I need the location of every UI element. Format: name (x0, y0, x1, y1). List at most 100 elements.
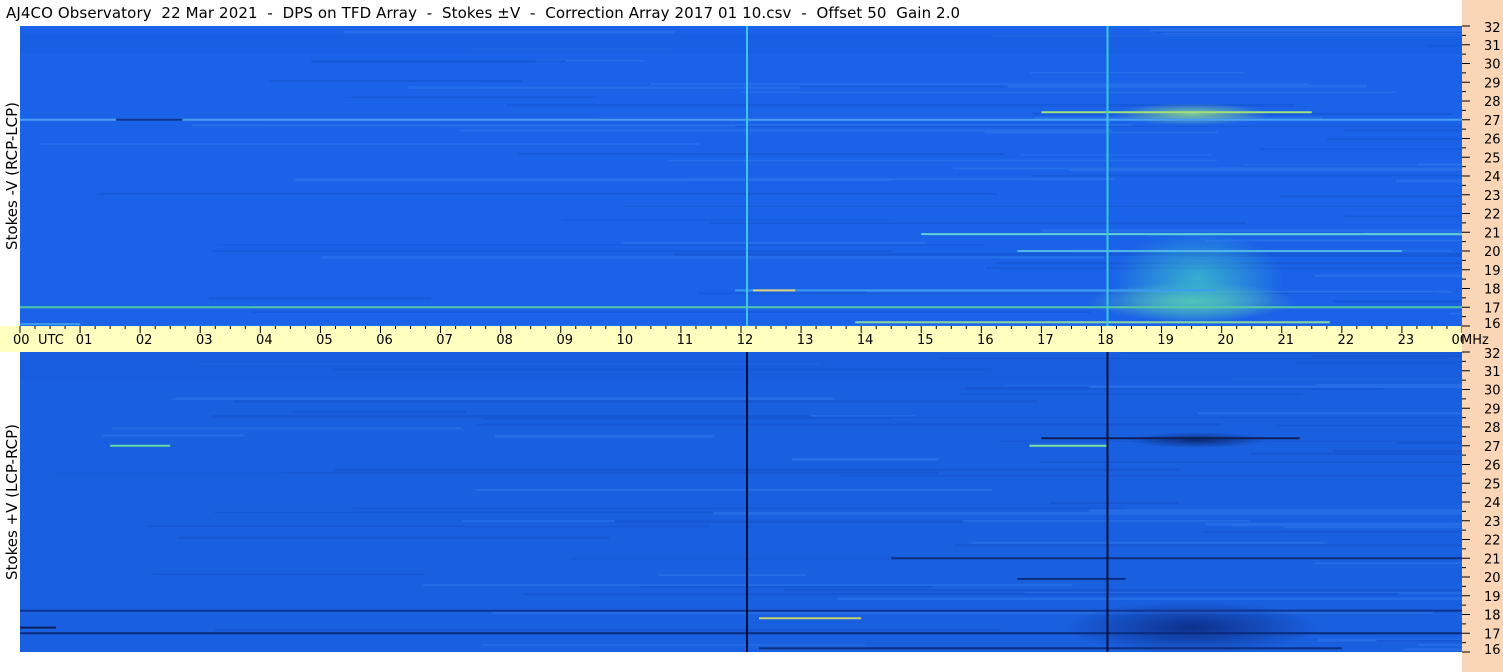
noise-streak (1231, 524, 1449, 527)
noise-streak (709, 222, 1246, 225)
noise-streak (1315, 274, 1462, 277)
noise-streak (839, 474, 1462, 477)
noise-streak (475, 489, 993, 492)
noise-streak (477, 423, 1221, 426)
noise-streak (1089, 385, 1462, 389)
noise-streak (102, 434, 245, 437)
time-tick-label: 22 (1338, 333, 1355, 348)
freq-tick-label: 29 (1484, 402, 1501, 417)
emission-line (20, 323, 81, 326)
noise-streak (1088, 509, 1462, 513)
time-tick-label: 10 (617, 333, 634, 348)
time-tick-label: 12 (737, 333, 754, 348)
noise-streak (971, 541, 1325, 544)
emission-glow (1128, 432, 1267, 449)
time-tick-label: 08 (496, 333, 513, 348)
noise-streak (459, 129, 1112, 132)
freq-tick-label: 25 (1484, 151, 1501, 166)
time-marker-line (1106, 352, 1109, 652)
emission-line (759, 617, 862, 620)
emission-line (1041, 111, 1312, 114)
noise-streak (352, 507, 1124, 510)
time-tick-label: 18 (1097, 333, 1114, 348)
noise-streak (1259, 148, 1462, 151)
chart-title: AJ4CO Observatory 22 Mar 2021 - DPS on T… (6, 4, 961, 22)
freq-tick-label: 27 (1484, 114, 1501, 129)
lower-spectrogram-svg (20, 352, 1462, 652)
noise-streak (1005, 385, 1462, 387)
time-axis: 00 01 02 03 04 05 06 07 08 09 10 11 12 13 14 15 16 17 18 19… (0, 326, 1462, 352)
freq-tick-label: 22 (1484, 208, 1501, 223)
freq-tick-label: 26 (1484, 133, 1501, 148)
noise-streak (208, 296, 432, 300)
emission-line (891, 557, 1462, 560)
time-tick-label: 19 (1157, 333, 1174, 348)
upper-spectrogram-svg (20, 26, 1462, 326)
noise-streak (1029, 72, 1244, 74)
noise-streak (738, 91, 1395, 93)
noise-streak (518, 152, 1004, 156)
freq-tick-label: 21 (1484, 226, 1501, 241)
noise-streak (666, 159, 1217, 162)
noise-streak (1039, 461, 1462, 464)
noise-streak (344, 30, 675, 34)
time-tick-label: 14 (857, 333, 874, 348)
noise-streak (735, 125, 1462, 127)
noise-streak (658, 574, 806, 577)
time-tick-label: 00 (13, 333, 30, 348)
freq-tick-label: 27 (1484, 440, 1501, 455)
noise-streak (192, 124, 442, 127)
freq-tick-label: 24 (1484, 496, 1501, 511)
freq-tick-label: 23 (1484, 515, 1501, 530)
emission-line (759, 647, 1342, 650)
noise-streak (1068, 168, 1462, 172)
emission-line (20, 632, 1462, 635)
noise-streak (40, 143, 699, 145)
emission-line (753, 289, 796, 292)
noise-streak (791, 457, 939, 461)
noise-streak (985, 131, 1219, 134)
noise-streak (959, 393, 1302, 395)
time-tick-label: 04 (256, 333, 273, 348)
emission-line (1041, 437, 1300, 440)
freq-tick-label: 20 (1484, 571, 1501, 586)
time-tick-label: 00 (1451, 333, 1462, 348)
time-marker-line (1106, 26, 1109, 326)
time-tick-label: 07 (436, 333, 453, 348)
time-tick-label: 16 (977, 333, 994, 348)
noise-streak (252, 311, 1091, 313)
noise-streak (784, 589, 1462, 592)
freq-tick-label: 20 (1484, 245, 1501, 260)
noise-streak (311, 59, 536, 63)
emission-line (20, 118, 1462, 121)
noise-streak (408, 86, 801, 89)
noise-streak (98, 192, 997, 195)
noise-streak (334, 468, 1180, 472)
frequency-axis-svg: 1617181920212223242526272829303132161718… (1462, 21, 1501, 658)
freq-tick-label: 30 (1484, 384, 1501, 399)
noise-streak (1031, 174, 1462, 177)
noise-streak (1251, 452, 1462, 456)
noise-streak (211, 250, 893, 253)
freq-tick-label: 26 (1484, 459, 1501, 474)
freq-tick-label: 21 (1484, 552, 1501, 567)
time-tick-label: 13 (797, 333, 814, 348)
noise-streak (1150, 28, 1462, 32)
emission-line (1017, 577, 1126, 580)
noise-streak (287, 471, 939, 474)
freq-tick-label: 31 (1484, 365, 1501, 380)
noise-streak (687, 177, 1116, 181)
noise-streak (233, 400, 1038, 403)
time-tick-label: 02 (136, 333, 153, 348)
time-tick-label: 21 (1277, 333, 1294, 348)
emission-line (1029, 444, 1108, 447)
noise-streak (345, 96, 596, 98)
time-tick-label: 20 (1217, 333, 1234, 348)
title-bar: AJ4CO Observatory 22 Mar 2021 - DPS on T… (0, 0, 1462, 26)
noise-streak (211, 415, 811, 418)
noise-streak (216, 244, 984, 246)
noise-streak (1315, 383, 1462, 386)
noise-streak (1418, 644, 1462, 646)
time-marker-line (746, 26, 749, 326)
upper-spectrogram (20, 26, 1462, 326)
